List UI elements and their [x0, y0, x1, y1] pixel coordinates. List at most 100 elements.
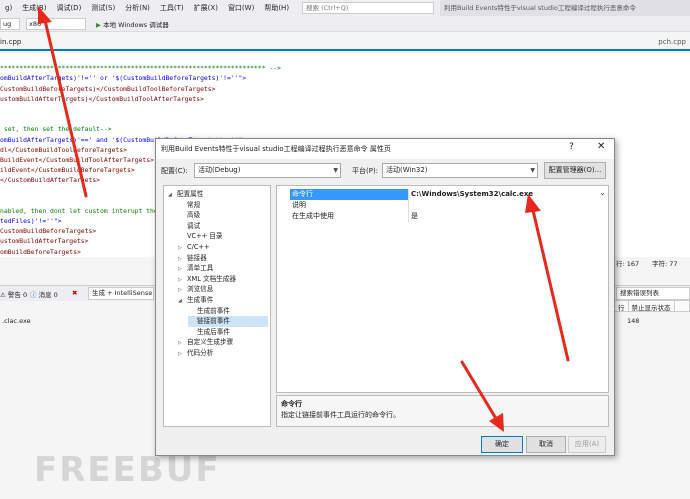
description-text: 指定让链接前事件工具运行的命令行。	[281, 411, 400, 419]
menu-item[interactable]: 扩展(X)	[189, 3, 223, 13]
tree-item[interactable]: VC++ 目录	[178, 231, 222, 242]
tree-item[interactable]: 生成前事件	[188, 306, 230, 317]
tree-item-label: 链接前事件	[197, 317, 230, 326]
freebuf-watermark: FREEBUF	[34, 450, 221, 490]
property-value[interactable]: C:\Windows\System32\calc.exe	[411, 189, 533, 200]
tree-item[interactable]: ▷ C/C++	[178, 242, 209, 253]
search-error-list-input[interactable]: 搜索错误列表	[616, 287, 690, 300]
suppress-column-header[interactable]: 禁止显示状态	[629, 301, 675, 312]
menu-item[interactable]: 帮助(H)	[259, 3, 294, 13]
tree-item-label: 代码分析	[187, 349, 214, 357]
tree-item[interactable]: ▷ 代码分析	[178, 348, 213, 359]
code-line: ****************************************…	[0, 63, 690, 73]
tree-item[interactable]: ▷ 链接器	[178, 253, 207, 264]
tree-item[interactable]: ◢ 生成事件	[178, 295, 213, 306]
ok-button[interactable]: 确定	[481, 436, 523, 453]
code-token: set, then set the default-->	[0, 125, 112, 134]
property-name: 说明	[292, 201, 306, 209]
expand-toggle-icon[interactable]: ◢	[168, 190, 177, 201]
tree-item-label: 生成前事件	[197, 306, 230, 315]
code-line: CustomBuildBeforeTargets)</CustomBuildTo…	[0, 84, 690, 94]
property-value[interactable]: 是	[411, 211, 418, 222]
property-row[interactable]: 说明	[277, 200, 608, 211]
tree-item[interactable]: 链接前事件	[188, 316, 268, 327]
tree-item-label: 生成事件	[187, 296, 214, 304]
tree-item[interactable]: 调试	[178, 221, 200, 232]
error-list-header: 行 禁止显示状态	[614, 300, 690, 312]
tree-item[interactable]: ▷ 浏览信息	[178, 284, 213, 295]
menu-item[interactable]: 工具(T)	[155, 3, 189, 13]
config-row: 配置(C): 活动(Debug) ▼ 平台(P): 活动(Win32) ▼ 配置管理…	[156, 162, 614, 179]
property-row[interactable]: 命令行 C:\Windows\System32\calc.exe ⌄	[277, 187, 608, 200]
menu-item[interactable]: 生成(B)	[17, 3, 51, 13]
tree-item[interactable]: ▷ XML 文档生成器	[178, 274, 236, 285]
run-debugger-button[interactable]: ▶ 本地 Windows 调试器	[96, 19, 169, 29]
description-title: 命令行	[281, 400, 302, 408]
tree-item-label: C/C++	[187, 243, 210, 251]
code-token: tedFiles)'!=''">	[0, 217, 62, 225]
code-token: ustomBuildAfterTargets>	[0, 237, 89, 246]
column-divider	[408, 200, 409, 211]
tree-item-label: 自定义生成步骤	[187, 338, 234, 347]
menu-item[interactable]: 窗口(W)	[223, 3, 259, 13]
tree-item-label: 生成后事件	[197, 327, 230, 336]
code-token: dl</CustomBuildToolBeforeTargets>	[0, 145, 127, 154]
tab-pch-cpp[interactable]: pch.cpp	[658, 38, 686, 46]
tree-item[interactable]: ◢ 配置属性	[168, 189, 203, 200]
warnings-filter[interactable]: ⚠ 警告 0	[0, 289, 27, 299]
error-row-file[interactable]: .clac.exe	[2, 317, 31, 325]
tree-item-label: 链接器	[187, 253, 207, 262]
dialog-title: 利用Build Events特性于visual studio工程编译过程执行恶意…	[156, 139, 614, 159]
cancel-button[interactable]: 取消	[526, 436, 566, 453]
search-input[interactable]: 搜索 (Ctrl+Q)	[302, 2, 434, 14]
tree-item[interactable]: 常规	[178, 200, 200, 211]
code-line: omBuildAfterTargets)'!='' or '$(CustomBu…	[0, 73, 690, 83]
code-line: set, then set the default-->	[0, 124, 690, 134]
menu-item[interactable]: 分析(N)	[120, 3, 155, 13]
run-label: 本地 Windows 调试器	[103, 21, 169, 29]
close-button[interactable]: ✕	[597, 141, 605, 152]
expand-toggle-icon[interactable]: ◢	[178, 296, 187, 307]
menu-item[interactable]: 测试(S)	[86, 3, 120, 13]
error-row-line: 148	[627, 317, 640, 325]
apply-button[interactable]: 应用(A)	[568, 436, 606, 453]
platform-select[interactable]: 活动(Win32) ▼	[382, 163, 538, 178]
menu-item[interactable]: 调试(D)	[51, 3, 86, 13]
code-token: nabled, then dont let custom interupt th…	[0, 206, 158, 215]
platform-dropdown[interactable]: x86	[26, 18, 86, 30]
code-token: CustomBuildBeforeTargets)</CustomBuildTo…	[0, 84, 216, 93]
column-divider	[408, 211, 409, 222]
tree-item[interactable]: ▷ 自定义生成步骤	[178, 337, 233, 348]
chevron-down-icon[interactable]: ⌄	[599, 187, 606, 198]
code-token: ustomBuildAfterTargets)</CustomBuildTool…	[0, 94, 204, 103]
config-label: 配置(C):	[161, 167, 188, 175]
line-column-header[interactable]: 行	[615, 301, 629, 312]
tree-item-label: 常规	[187, 200, 201, 209]
property-grid: 命令行 C:\Windows\System32\calc.exe ⌄ 说明 在生成中使用…	[276, 185, 609, 393]
build-intellisense-dropdown[interactable]: 生成 + IntelliSense	[88, 287, 154, 300]
expand-toggle-icon[interactable]: ▷	[178, 349, 187, 360]
tree-item[interactable]: 生成后事件	[188, 327, 230, 338]
property-row[interactable]: 在生成中使用 是	[277, 211, 608, 222]
messages-filter[interactable]: ⓘ 消息 0	[30, 289, 58, 299]
tree-item[interactable]: ▷ 清单工具	[178, 263, 213, 274]
play-icon: ▶	[96, 21, 101, 29]
code-token: ildEvent</CustomBuildBeforeTargets>	[0, 166, 135, 175]
help-button[interactable]: ?	[569, 142, 574, 152]
code-token: </CustomBuildAfterTargets>	[0, 176, 101, 185]
chevron-down-icon: ▼	[333, 167, 338, 174]
filter-icon[interactable]: ✖	[72, 289, 77, 297]
tree-item[interactable]: 高级	[178, 210, 200, 221]
config-dropdown[interactable]: ug	[0, 18, 20, 30]
menu-item[interactable]: g)	[0, 4, 17, 12]
config-manager-button[interactable]: 配置管理器(O)...	[544, 162, 606, 179]
property-name: 在生成中使用	[292, 212, 334, 220]
config-select[interactable]: 活动(Debug) ▼	[194, 163, 341, 178]
column-number: 字符: 77	[652, 260, 678, 268]
tab-main-cpp[interactable]: in.cpp	[0, 38, 21, 46]
tree-item-label: 高级	[187, 211, 201, 220]
toolbar: ug x86 ▶ 本地 Windows 调试器	[0, 16, 690, 32]
